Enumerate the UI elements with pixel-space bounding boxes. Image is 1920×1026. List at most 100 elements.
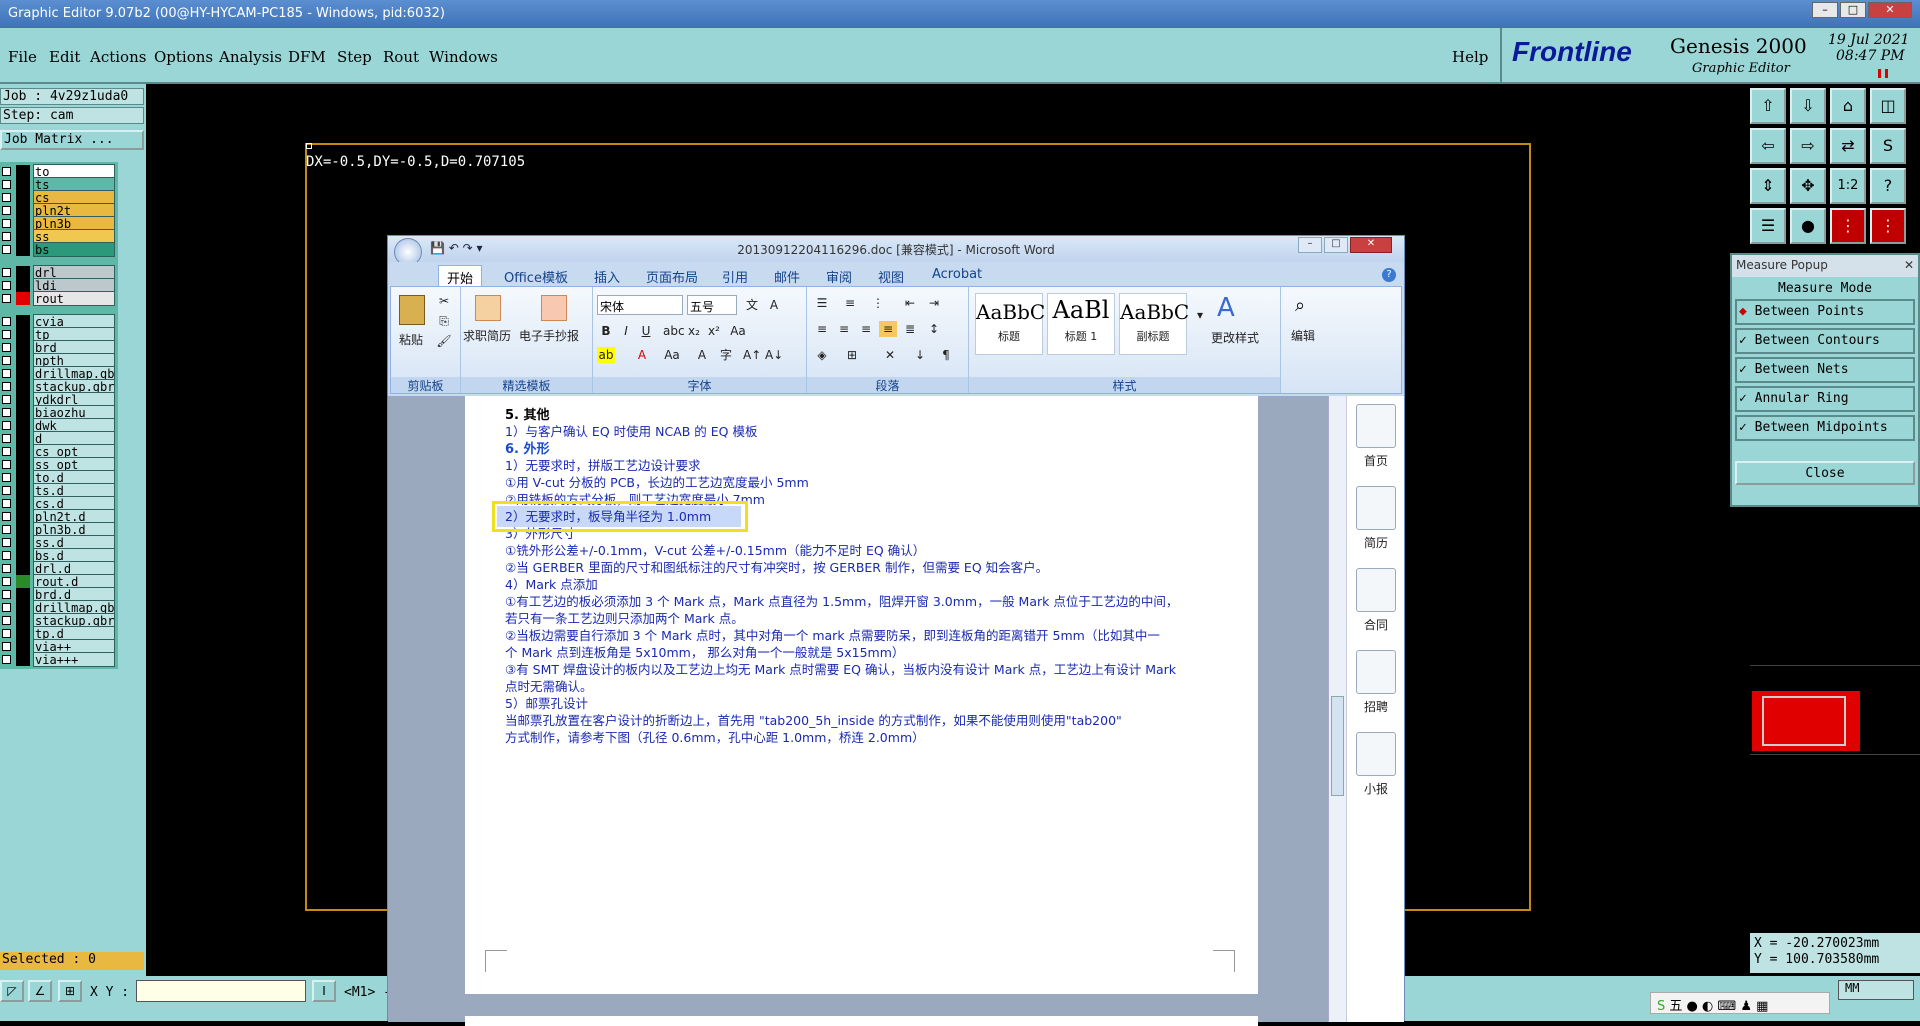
menu-step[interactable]: Step: [337, 48, 372, 66]
tool-scale-icon[interactable]: 1:2: [1830, 168, 1866, 204]
layer-checkbox[interactable]: [2, 525, 11, 534]
layer-name[interactable]: rout: [33, 291, 115, 306]
layer-checkbox[interactable]: [2, 538, 11, 547]
word-close-button[interactable]: ✕: [1350, 237, 1392, 253]
menu-windows[interactable]: Windows: [429, 48, 498, 66]
tab-mailings[interactable]: 邮件: [766, 265, 808, 288]
layer-checkbox[interactable]: [2, 616, 11, 625]
tool-s-icon[interactable]: S: [1870, 128, 1906, 164]
layer-checkbox[interactable]: [2, 408, 11, 417]
layer-checkbox[interactable]: [2, 281, 11, 290]
layer-checkbox[interactable]: [2, 219, 11, 228]
bold-icon[interactable]: B: [597, 323, 615, 339]
align-center-icon[interactable]: ≡: [835, 321, 853, 337]
layer-checkbox[interactable]: [2, 395, 11, 404]
option-between-midpoints[interactable]: ✓ Between Midpoints: [1735, 415, 1915, 441]
underline-icon[interactable]: U: [637, 323, 655, 339]
layer-name[interactable]: bs: [33, 242, 115, 257]
tab-references[interactable]: 引用: [714, 265, 756, 288]
popup-close-icon[interactable]: ✕: [1904, 258, 1914, 272]
layer-checkbox[interactable]: [2, 473, 11, 482]
layer-checkbox[interactable]: [2, 603, 11, 612]
chinese-layout-icon[interactable]: ✕: [881, 347, 899, 363]
align-right-icon[interactable]: ≡: [857, 321, 875, 337]
sort-icon[interactable]: ↓: [911, 347, 929, 363]
decrease-indent-icon[interactable]: ⇤: [901, 295, 919, 311]
tab-office-templates[interactable]: Office模板: [496, 265, 576, 288]
scroll-thumb[interactable]: [1331, 696, 1344, 796]
tool-left-icon[interactable]: ⇦: [1750, 128, 1786, 164]
help-icon[interactable]: ?: [1382, 268, 1396, 282]
sidebar-item-home[interactable]: 首页: [1353, 404, 1399, 469]
layer-checkbox[interactable]: [2, 356, 11, 365]
close-button[interactable]: ✕: [1868, 2, 1912, 18]
menu-rout[interactable]: Rout: [383, 48, 419, 66]
strikethrough-icon[interactable]: abc: [663, 323, 685, 339]
char-shading-icon[interactable]: A: [693, 347, 711, 363]
shading-icon[interactable]: ◈: [813, 347, 831, 363]
style-heading[interactable]: AaBbC 标题: [975, 293, 1045, 355]
distribute-icon[interactable]: ≣: [901, 321, 919, 337]
word-maximize-button[interactable]: □: [1324, 237, 1348, 253]
quick-access-icons[interactable]: 💾 ↶ ↷ ▾: [430, 241, 483, 255]
document-page[interactable]: 5. 其他 1）与客户确认 EQ 时使用 NCAB 的 EQ 模板 6. 外形 1）无…: [465, 396, 1258, 994]
layer-checkbox[interactable]: [2, 486, 11, 495]
vertical-scrollbar[interactable]: [1328, 396, 1346, 1022]
styles-more-icon[interactable]: ▾: [1191, 307, 1209, 323]
layer-checkbox[interactable]: [2, 268, 11, 277]
tool-net2-icon[interactable]: ⋮: [1870, 208, 1906, 244]
tool-help-icon[interactable]: ?: [1870, 168, 1906, 204]
layer-checkbox[interactable]: [2, 330, 11, 339]
font-size-select[interactable]: 五号: [687, 295, 737, 315]
layer-checkbox[interactable]: [2, 421, 11, 430]
tool-down-icon[interactable]: ⇩: [1790, 88, 1826, 124]
borders-icon[interactable]: ⊞: [843, 347, 861, 363]
paste-icon[interactable]: [399, 295, 425, 325]
italic-icon[interactable]: I: [617, 323, 635, 339]
cut-icon[interactable]: ✂: [435, 293, 453, 309]
tool-window-icon[interactable]: ◫: [1870, 88, 1906, 124]
increase-indent-icon[interactable]: ⇥: [925, 295, 943, 311]
font-color-icon[interactable]: A: [633, 347, 651, 363]
layer-checkbox[interactable]: [2, 180, 11, 189]
layer-checkbox[interactable]: [2, 642, 11, 651]
grid-icon[interactable]: ⊞: [58, 980, 82, 1002]
layer-checkbox[interactable]: [2, 434, 11, 443]
job-matrix-button[interactable]: Job Matrix ...: [0, 130, 144, 150]
tool-right-icon[interactable]: ⇨: [1790, 128, 1826, 164]
char-border-icon[interactable]: A: [765, 297, 783, 313]
angle-icon[interactable]: ∠: [28, 980, 52, 1002]
layer-checkbox[interactable]: [2, 460, 11, 469]
tool-zoom-icon[interactable]: ✥: [1790, 168, 1826, 204]
option-annular-ring[interactable]: ✓ Annular Ring: [1735, 386, 1915, 412]
menu-actions[interactable]: Actions: [90, 48, 146, 66]
layer-row[interactable]: bs: [0, 242, 118, 257]
edit-button[interactable]: 编辑: [1291, 327, 1315, 344]
layer-row[interactable]: rout: [0, 291, 118, 306]
line-spacing-icon[interactable]: ↕: [925, 321, 943, 337]
tool-net-icon[interactable]: ⋮: [1830, 208, 1866, 244]
maximize-button[interactable]: □: [1840, 2, 1866, 18]
tool-fit-icon[interactable]: ⇕: [1750, 168, 1786, 204]
option-between-contours[interactable]: ✓ Between Contours: [1735, 328, 1915, 354]
shrink-font-icon[interactable]: A↓: [765, 347, 783, 363]
resume-button[interactable]: 求职简历: [463, 327, 511, 344]
tab-acrobat[interactable]: Acrobat: [924, 265, 990, 284]
change-styles-icon[interactable]: A: [1217, 293, 1235, 323]
minimap[interactable]: [1750, 665, 1920, 755]
ime-toolbar[interactable]: S 五 ● ◐ ⌨ ♟ ▦: [1650, 992, 1830, 1014]
tool-swap-icon[interactable]: ⇄: [1830, 128, 1866, 164]
menu-options[interactable]: Options: [154, 48, 213, 66]
layer-checkbox[interactable]: [2, 655, 11, 664]
font-name-select[interactable]: 宋体: [597, 295, 683, 315]
layer-color-swatch[interactable]: [16, 292, 30, 305]
layer-color-swatch[interactable]: [16, 243, 30, 256]
layer-checkbox[interactable]: [2, 167, 11, 176]
snap-icon[interactable]: ◸: [0, 980, 24, 1002]
cursor-icon[interactable]: I: [312, 980, 336, 1002]
change-case-icon[interactable]: Aa: [663, 347, 681, 363]
enclose-char-icon[interactable]: 字: [717, 347, 735, 363]
tool-up-icon[interactable]: ⇧: [1750, 88, 1786, 124]
option-between-points[interactable]: ◆ Between Points: [1735, 299, 1915, 325]
tab-page-layout[interactable]: 页面布局: [638, 265, 706, 288]
